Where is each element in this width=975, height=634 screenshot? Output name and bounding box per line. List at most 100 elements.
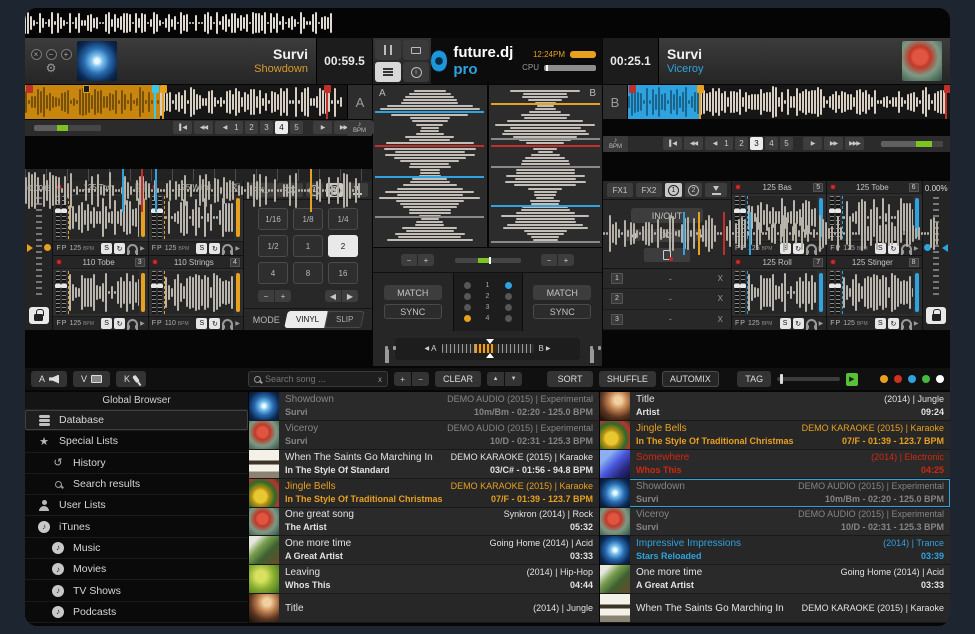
sidebar-item-tv-shows[interactable]: ♪TV Shows — [25, 580, 248, 601]
deck-a-pitch-slider[interactable] — [34, 197, 44, 299]
hotcue-2[interactable]: 2 — [735, 137, 748, 150]
sample-waveform[interactable] — [747, 271, 817, 314]
hotcue-1[interactable]: 1 — [720, 137, 733, 150]
sidebar-item-music[interactable]: ♪Music — [25, 538, 248, 559]
loop-size-1[interactable]: 1 — [293, 235, 323, 257]
move-up-button[interactable]: ▲ — [487, 372, 504, 386]
track-row[interactable]: Leaving(2014) | Hip-HopWhos This04:44 — [249, 565, 599, 594]
hotcue-5[interactable]: 5 — [290, 121, 303, 134]
fx-download-button[interactable] — [705, 183, 727, 197]
sample-volume-faders[interactable] — [56, 271, 66, 314]
loop-button[interactable]: ↻ — [209, 318, 220, 329]
minimize-icon[interactable]: − — [46, 49, 57, 60]
solo-button[interactable]: S — [196, 243, 207, 254]
headphone-icon[interactable] — [222, 244, 233, 253]
sample-volume-faders[interactable] — [735, 271, 745, 314]
track-row[interactable]: Jingle BellsDEMO KARAOKE (2015) | Karaok… — [600, 421, 950, 450]
fx2-button[interactable]: FX2 — [636, 183, 662, 197]
master-overview-waveform[interactable] — [25, 11, 339, 35]
color-tag-dot-1[interactable] — [880, 375, 888, 383]
loop-button[interactable]: ↻ — [793, 318, 804, 329]
crossfader[interactable]: ◀A B▶ — [395, 338, 580, 360]
sidebar-item-search-results[interactable]: Search results — [25, 474, 248, 495]
match-a-button[interactable]: MATCH — [384, 285, 442, 300]
track-row[interactable]: Somewhere(2014) | ElectronicWhos This04:… — [600, 450, 950, 479]
track-row[interactable]: One more timeGoing Home (2014) | AcidA G… — [249, 536, 599, 565]
rewind-button[interactable]: ◀◀ — [194, 121, 213, 134]
search-input[interactable] — [265, 374, 374, 384]
loop-size-2[interactable]: 2 — [328, 235, 358, 257]
preview-play-button[interactable]: ▶ — [846, 373, 858, 386]
zoom-in-button[interactable]: + — [558, 254, 574, 266]
track-row[interactable]: Jingle BellsDEMO KARAOKE (2015) | Karaok… — [249, 479, 599, 508]
pitch-handle-dot[interactable] — [44, 244, 51, 251]
sample-waveform[interactable] — [842, 271, 912, 314]
fx-effect-row[interactable]: 3-X — [603, 310, 731, 330]
headphone-icon[interactable] — [222, 319, 233, 328]
sampler-slot-3[interactable]: 110 Tobe3FP125 BPMS↻▶ — [53, 256, 147, 330]
deck-a-overview-waveform[interactable] — [25, 85, 347, 119]
tag-button[interactable]: TAG — [737, 371, 771, 387]
mixer-view-icon[interactable] — [375, 40, 401, 60]
deck-a-vertical-panel[interactable]: A — [373, 85, 487, 247]
clear-button[interactable]: CLEAR — [435, 371, 481, 387]
track-row[interactable]: One more timeGoing Home (2014) | AcidA G… — [600, 565, 950, 594]
fx-row-close-icon[interactable]: X — [718, 315, 723, 324]
pitch-lock-button[interactable] — [29, 307, 49, 324]
maximize-icon[interactable]: + — [61, 49, 72, 60]
search-clear-icon[interactable]: x — [378, 375, 382, 384]
sample-waveform[interactable] — [68, 271, 138, 314]
headphone-icon[interactable] — [901, 319, 912, 328]
slip-mode-tab[interactable]: SLIP — [324, 311, 365, 328]
fast-forward-button[interactable]: ▶▶▶ — [845, 137, 864, 150]
sidebar-item-special-lists[interactable]: ★Special Lists — [25, 431, 248, 452]
nudge-forward-button[interactable]: ▶ — [313, 121, 332, 134]
info-icon[interactable]: i — [403, 62, 429, 82]
bpm-tap-button[interactable]: ♪BPM — [603, 136, 628, 152]
crossfader-ticks[interactable] — [442, 344, 534, 353]
remove-button[interactable]: − — [412, 372, 429, 386]
solo-button[interactable]: S — [780, 318, 791, 329]
fx-row-close-icon[interactable]: X — [718, 274, 723, 283]
deck-b-vertical-waveform[interactable] — [489, 85, 603, 247]
zoom-out-button[interactable]: − — [401, 254, 417, 266]
sampler-slot-7[interactable]: 125 Roll7FP125 BPMS↻▶ — [732, 256, 826, 330]
color-tag-dot-4[interactable] — [922, 375, 930, 383]
fx-effect-row[interactable]: 2-X — [603, 289, 731, 309]
expand-arrow-icon[interactable]: ▶ — [140, 320, 145, 327]
fx-slot1-button[interactable]: 1 — [665, 183, 682, 197]
zoom-in-button[interactable]: + — [418, 254, 434, 266]
track-progress-bar[interactable] — [34, 125, 101, 131]
solo-button[interactable]: S — [875, 318, 886, 329]
track-row[interactable]: ShowdownDEMO AUDIO (2015) | Experimental… — [249, 392, 599, 421]
headphone-icon[interactable] — [806, 319, 817, 328]
track-progress-bar[interactable] — [881, 141, 943, 147]
loop-plus-button[interactable]: + — [275, 290, 291, 302]
record-dot-icon[interactable] — [735, 184, 741, 190]
search-box[interactable]: x — [248, 371, 388, 387]
record-dot-icon[interactable] — [735, 259, 741, 265]
sidebar-item-user-lists[interactable]: User Lists — [25, 495, 248, 516]
move-down-button[interactable]: ▼ — [505, 372, 522, 386]
fx-effect-row[interactable]: 1-X — [603, 269, 731, 289]
record-dot-icon[interactable] — [152, 259, 158, 265]
loop-move-left-button[interactable]: ◀ — [325, 290, 341, 302]
nudge-forward-button[interactable]: ▶ — [803, 137, 822, 150]
automix-button[interactable]: AUTOMIX — [662, 371, 719, 387]
loop-size-4[interactable]: 4 — [258, 262, 288, 284]
record-dot-icon[interactable] — [830, 184, 836, 190]
match-b-button[interactable]: MATCH — [533, 285, 591, 300]
sidebar-item-history[interactable]: ↺History — [25, 453, 248, 474]
window-view-icon[interactable] — [403, 40, 429, 60]
loop-size-16[interactable]: 16 — [328, 262, 358, 284]
sort-button[interactable]: SORT — [547, 371, 593, 387]
deck-b-vertical-panel[interactable]: B — [489, 85, 603, 247]
video-mode-button[interactable]: V — [73, 371, 110, 387]
sample-volume-faders[interactable] — [152, 271, 162, 314]
solo-button[interactable]: S — [101, 243, 112, 254]
track-row[interactable]: When The Saints Go Marching InDEMO KARAO… — [600, 594, 950, 623]
close-icon[interactable]: × — [31, 49, 42, 60]
loop-move-right-button[interactable]: ▶ — [342, 290, 358, 302]
sampler-slot-8[interactable]: 125 Stinger8FP125 BPMS↻▶ — [827, 256, 921, 330]
color-tag-dot-5[interactable] — [936, 375, 944, 383]
